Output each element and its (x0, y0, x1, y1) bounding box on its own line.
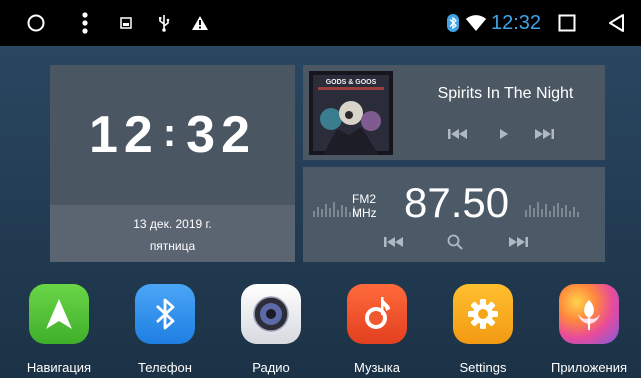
app-label: Музыка (354, 360, 400, 375)
apps-flower-icon[interactable] (559, 284, 619, 344)
radio-search-icon[interactable] (443, 230, 467, 254)
menu-dots-icon[interactable] (76, 0, 94, 46)
app-label: Навигация (26, 360, 92, 375)
radio-icon[interactable] (241, 284, 301, 344)
app-settings[interactable]: Settings (442, 280, 524, 378)
gear-icon[interactable] (453, 284, 513, 344)
previous-track-button[interactable] (445, 123, 471, 145)
music-icon[interactable] (347, 284, 407, 344)
weekday-text: пятница (149, 239, 196, 253)
next-track-button[interactable] (531, 123, 557, 145)
app-label: Телефон (138, 360, 192, 375)
clock-hours: 12 (88, 106, 159, 164)
back-icon[interactable] (605, 0, 627, 46)
radio-frequency: 87.50 (404, 179, 510, 226)
band-name: FM2 (352, 192, 376, 206)
app-phone[interactable]: Телефон (124, 280, 206, 378)
app-music[interactable]: Музыка (336, 280, 418, 378)
clock-separator: : (162, 110, 183, 155)
bluetooth-icon[interactable] (135, 284, 195, 344)
radio-seek-back-button[interactable] (381, 231, 407, 253)
clock-minutes: 32 (186, 106, 256, 164)
track-title: Spirits In The Night (437, 85, 574, 102)
home-circle-icon[interactable] (22, 0, 50, 46)
wifi-icon (465, 0, 487, 46)
app-label: Радио (252, 360, 290, 375)
app-radio[interactable]: Радио (230, 280, 312, 378)
band-unit: MHz (352, 206, 377, 220)
usb-icon (155, 0, 173, 46)
clock-widget[interactable]: 12 : 32 (50, 65, 295, 205)
date-text: 13 дек. 2019 г. (133, 217, 212, 231)
warning-icon (190, 0, 210, 46)
navigation-icon[interactable] (29, 284, 89, 344)
home-screen: 12:32 12 : 32 13 дек. 2019 г. пятница GO… (0, 0, 641, 378)
equalizer-right-decoration (525, 195, 579, 217)
date-panel[interactable]: 13 дек. 2019 г. пятница (50, 205, 295, 262)
status-bar: 12:32 (0, 0, 641, 46)
radio-widget[interactable]: FM2 MHz 87.50 (303, 167, 605, 262)
status-bar-clock: 12:32 (491, 12, 542, 34)
app-label: Приложения (550, 360, 628, 375)
bluetooth-icon (446, 0, 460, 46)
music-widget[interactable]: GODS & GOOS Spirits In The Night (303, 65, 605, 160)
clock-display: 12 : 32 (50, 65, 295, 205)
recent-apps-icon[interactable] (556, 0, 578, 46)
album-art: GODS & GOOS (309, 71, 393, 155)
radio-seek-forward-button[interactable] (505, 231, 531, 253)
app-navigation[interactable]: Навигация (18, 280, 100, 378)
album-art-title: GODS & GOOS (326, 79, 377, 86)
play-button[interactable] (493, 123, 515, 145)
screenshot-icon (118, 0, 134, 46)
radio-band-label: FM2 MHz (352, 192, 377, 220)
app-applications[interactable]: Приложения (548, 280, 630, 378)
app-label: Settings (459, 360, 507, 375)
